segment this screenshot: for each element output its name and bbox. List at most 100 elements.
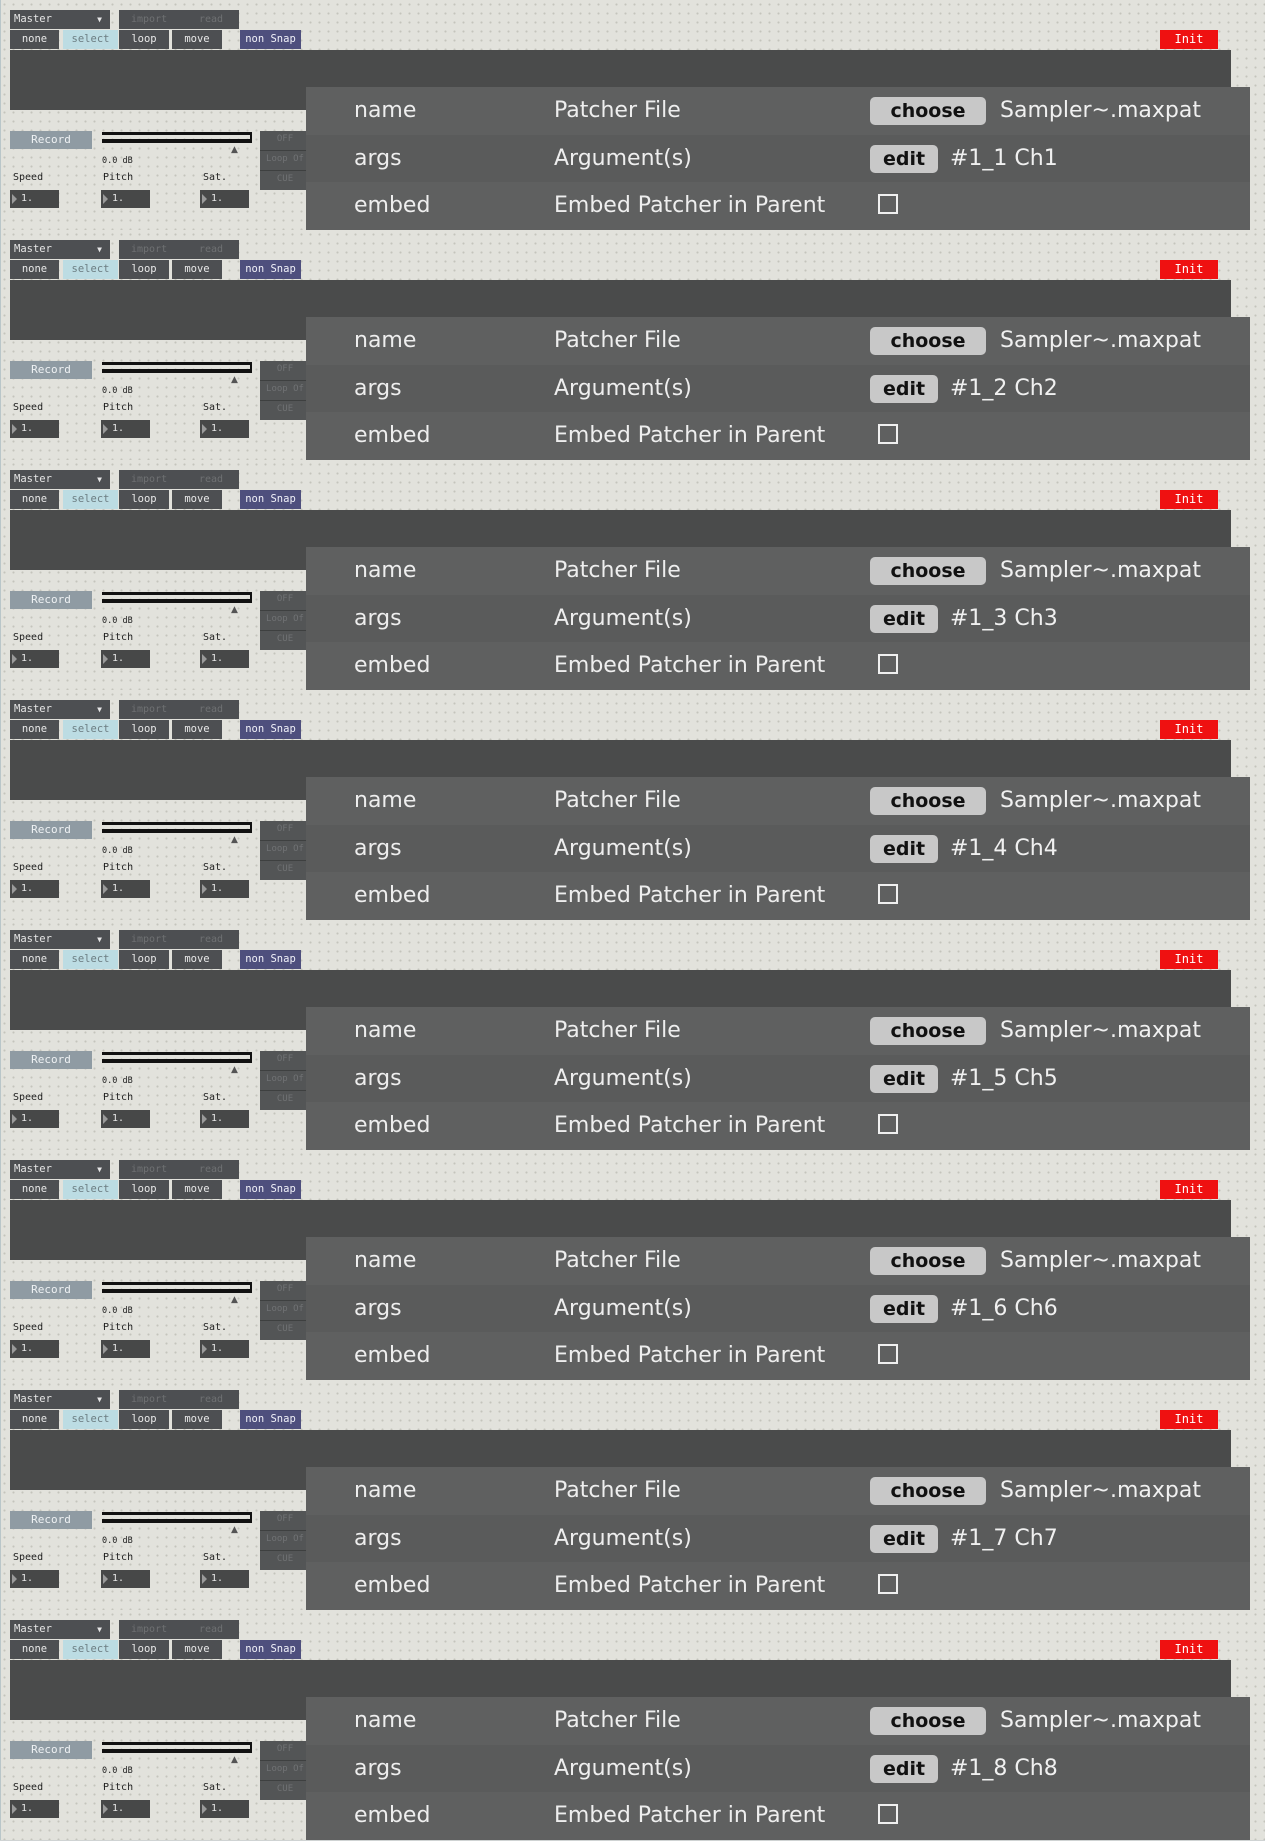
select-button[interactable]: select bbox=[63, 1180, 118, 1199]
init-button[interactable]: Init bbox=[1160, 1640, 1218, 1659]
gain-slider[interactable] bbox=[102, 1282, 252, 1293]
edit-button[interactable]: edit bbox=[870, 835, 938, 863]
cue-button[interactable]: CUE bbox=[260, 1554, 310, 1564]
move-button[interactable]: move bbox=[172, 490, 222, 509]
sat-number-box[interactable]: 1. bbox=[200, 420, 249, 438]
pitch-number-box[interactable]: 1. bbox=[101, 190, 150, 208]
none-button[interactable]: none bbox=[10, 1640, 59, 1659]
off-button[interactable]: OFF bbox=[260, 824, 310, 834]
read-button[interactable]: read bbox=[199, 930, 223, 949]
read-button[interactable]: read bbox=[199, 470, 223, 489]
record-button[interactable]: Record bbox=[10, 1511, 92, 1529]
loop-button[interactable]: loop bbox=[119, 950, 169, 969]
master-dropdown[interactable]: Master ▼ bbox=[10, 1160, 110, 1179]
non-snap-button[interactable]: non Snap bbox=[240, 1410, 301, 1429]
loop-button[interactable]: loop bbox=[119, 720, 169, 739]
pitch-number-box[interactable]: 1. bbox=[101, 880, 150, 898]
init-button[interactable]: Init bbox=[1160, 30, 1218, 49]
select-button[interactable]: select bbox=[63, 30, 118, 49]
none-button[interactable]: none bbox=[10, 30, 59, 49]
init-button[interactable]: Init bbox=[1160, 950, 1218, 969]
sat-number-box[interactable]: 1. bbox=[200, 1110, 249, 1128]
non-snap-button[interactable]: non Snap bbox=[240, 260, 301, 279]
move-button[interactable]: move bbox=[172, 720, 222, 739]
loop-button[interactable]: loop bbox=[119, 260, 169, 279]
init-button[interactable]: Init bbox=[1160, 490, 1218, 509]
none-button[interactable]: none bbox=[10, 1180, 59, 1199]
non-snap-button[interactable]: non Snap bbox=[240, 490, 301, 509]
move-button[interactable]: move bbox=[172, 260, 222, 279]
speed-number-box[interactable]: 1. bbox=[10, 880, 59, 898]
edit-button[interactable]: edit bbox=[870, 145, 938, 173]
read-button[interactable]: read bbox=[199, 700, 223, 719]
import-button[interactable]: import bbox=[131, 10, 167, 29]
non-snap-button[interactable]: non Snap bbox=[240, 30, 301, 49]
choose-button[interactable]: choose bbox=[870, 1017, 986, 1045]
loop-off-button[interactable]: Loop Of bbox=[260, 1304, 310, 1314]
slider-handle-icon[interactable]: ▲ bbox=[231, 1756, 238, 1765]
off-button[interactable]: OFF bbox=[260, 1744, 310, 1754]
gain-slider[interactable] bbox=[102, 362, 252, 373]
gain-slider[interactable] bbox=[102, 822, 252, 833]
speed-number-box[interactable]: 1. bbox=[10, 1110, 59, 1128]
slider-handle-icon[interactable]: ▲ bbox=[231, 1066, 238, 1075]
off-button[interactable]: OFF bbox=[260, 1054, 310, 1064]
cue-button[interactable]: CUE bbox=[260, 404, 310, 414]
embed-checkbox[interactable] bbox=[878, 194, 898, 214]
slider-handle-icon[interactable]: ▲ bbox=[231, 1296, 238, 1305]
off-button[interactable]: OFF bbox=[260, 594, 310, 604]
pitch-number-box[interactable]: 1. bbox=[101, 1570, 150, 1588]
loop-off-button[interactable]: Loop Of bbox=[260, 1764, 310, 1774]
slider-handle-icon[interactable]: ▲ bbox=[231, 836, 238, 845]
record-button[interactable]: Record bbox=[10, 591, 92, 609]
slider-handle-icon[interactable]: ▲ bbox=[231, 606, 238, 615]
sat-number-box[interactable]: 1. bbox=[200, 650, 249, 668]
slider-handle-icon[interactable]: ▲ bbox=[231, 376, 238, 385]
read-button[interactable]: read bbox=[199, 1390, 223, 1409]
select-button[interactable]: select bbox=[63, 720, 118, 739]
pitch-number-box[interactable]: 1. bbox=[101, 1800, 150, 1818]
choose-button[interactable]: choose bbox=[870, 557, 986, 585]
choose-button[interactable]: choose bbox=[870, 327, 986, 355]
edit-button[interactable]: edit bbox=[870, 605, 938, 633]
master-dropdown[interactable]: Master ▼ bbox=[10, 10, 110, 29]
off-button[interactable]: OFF bbox=[260, 134, 310, 144]
gain-slider[interactable] bbox=[102, 1512, 252, 1523]
import-button[interactable]: import bbox=[131, 1390, 167, 1409]
master-dropdown[interactable]: Master ▼ bbox=[10, 930, 110, 949]
master-dropdown[interactable]: Master ▼ bbox=[10, 700, 110, 719]
cue-button[interactable]: CUE bbox=[260, 634, 310, 644]
speed-number-box[interactable]: 1. bbox=[10, 650, 59, 668]
choose-button[interactable]: choose bbox=[870, 1247, 986, 1275]
pitch-number-box[interactable]: 1. bbox=[101, 650, 150, 668]
slider-handle-icon[interactable]: ▲ bbox=[231, 146, 238, 155]
loop-off-button[interactable]: Loop Of bbox=[260, 614, 310, 624]
edit-button[interactable]: edit bbox=[870, 1295, 938, 1323]
record-button[interactable]: Record bbox=[10, 1281, 92, 1299]
read-button[interactable]: read bbox=[199, 1160, 223, 1179]
select-button[interactable]: select bbox=[63, 490, 118, 509]
embed-checkbox[interactable] bbox=[878, 1574, 898, 1594]
cue-button[interactable]: CUE bbox=[260, 864, 310, 874]
record-button[interactable]: Record bbox=[10, 131, 92, 149]
embed-checkbox[interactable] bbox=[878, 1114, 898, 1134]
sat-number-box[interactable]: 1. bbox=[200, 880, 249, 898]
choose-button[interactable]: choose bbox=[870, 97, 986, 125]
init-button[interactable]: Init bbox=[1160, 720, 1218, 739]
loop-button[interactable]: loop bbox=[119, 1180, 169, 1199]
edit-button[interactable]: edit bbox=[870, 1525, 938, 1553]
edit-button[interactable]: edit bbox=[870, 375, 938, 403]
loop-off-button[interactable]: Loop Of bbox=[260, 384, 310, 394]
non-snap-button[interactable]: non Snap bbox=[240, 950, 301, 969]
record-button[interactable]: Record bbox=[10, 821, 92, 839]
import-button[interactable]: import bbox=[131, 700, 167, 719]
loop-button[interactable]: loop bbox=[119, 30, 169, 49]
master-dropdown[interactable]: Master ▼ bbox=[10, 1390, 110, 1409]
embed-checkbox[interactable] bbox=[878, 1804, 898, 1824]
non-snap-button[interactable]: non Snap bbox=[240, 720, 301, 739]
slider-handle-icon[interactable]: ▲ bbox=[231, 1526, 238, 1535]
record-button[interactable]: Record bbox=[10, 1051, 92, 1069]
non-snap-button[interactable]: non Snap bbox=[240, 1640, 301, 1659]
loop-off-button[interactable]: Loop Of bbox=[260, 1074, 310, 1084]
none-button[interactable]: none bbox=[10, 1410, 59, 1429]
